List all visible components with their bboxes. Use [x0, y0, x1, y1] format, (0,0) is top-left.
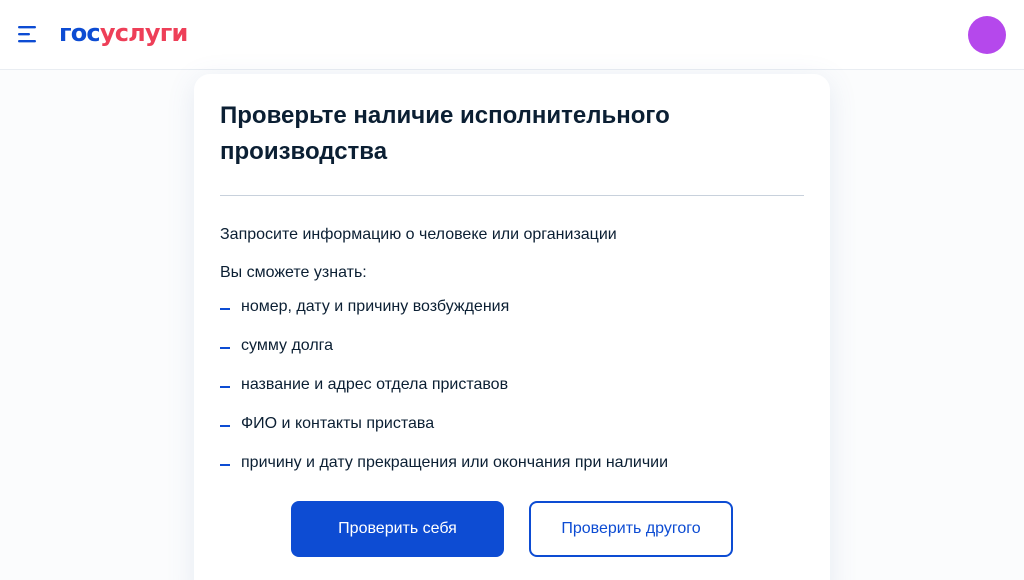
list-item-label: номер, дату и причину возбуждения: [241, 298, 510, 315]
gosuslugi-logo[interactable]: госуслуги: [59, 19, 188, 47]
menu-button[interactable]: [18, 24, 40, 44]
user-avatar[interactable]: [968, 16, 1006, 54]
check-other-button[interactable]: Проверить другого: [529, 501, 733, 557]
check-self-button[interactable]: Проверить себя: [291, 501, 504, 557]
list-item-label: причину и дату прекращения или окончания…: [241, 454, 669, 471]
list-item: ФИО и контакты пристава: [220, 412, 668, 451]
info-list: номер, дату и причину возбуждения сумму …: [220, 295, 668, 490]
dash-bullet-icon: [220, 308, 230, 310]
top-bar: госуслуги: [0, 0, 1024, 70]
list-item: причину и дату прекращения или окончания…: [220, 451, 668, 490]
title-divider: [220, 195, 804, 196]
info-card: Проверьте наличие исполнительного произв…: [194, 74, 830, 580]
list-item: номер, дату и причину возбуждения: [220, 295, 668, 334]
dash-bullet-icon: [220, 425, 230, 427]
page-title: Проверьте наличие исполнительного произв…: [220, 102, 670, 165]
dash-bullet-icon: [220, 347, 230, 349]
dash-bullet-icon: [220, 464, 230, 466]
intro-text: Запросите информацию о человеке или орга…: [220, 226, 617, 243]
list-heading: Вы сможете узнать:: [220, 264, 367, 281]
logo-part-uslugi: услуги: [99, 19, 188, 47]
dash-bullet-icon: [220, 386, 230, 388]
hamburger-menu-icon: [18, 26, 36, 43]
page: госуслуги Проверьте наличие исполнительн…: [0, 0, 1024, 580]
list-item-label: ФИО и контакты пристава: [241, 415, 435, 432]
list-item: сумму долга: [220, 334, 668, 373]
logo-part-gos: гос: [59, 19, 101, 47]
list-item-label: сумму долга: [241, 337, 334, 354]
list-item: название и адрес отдела приставов: [220, 373, 668, 412]
list-item-label: название и адрес отдела приставов: [241, 376, 509, 393]
